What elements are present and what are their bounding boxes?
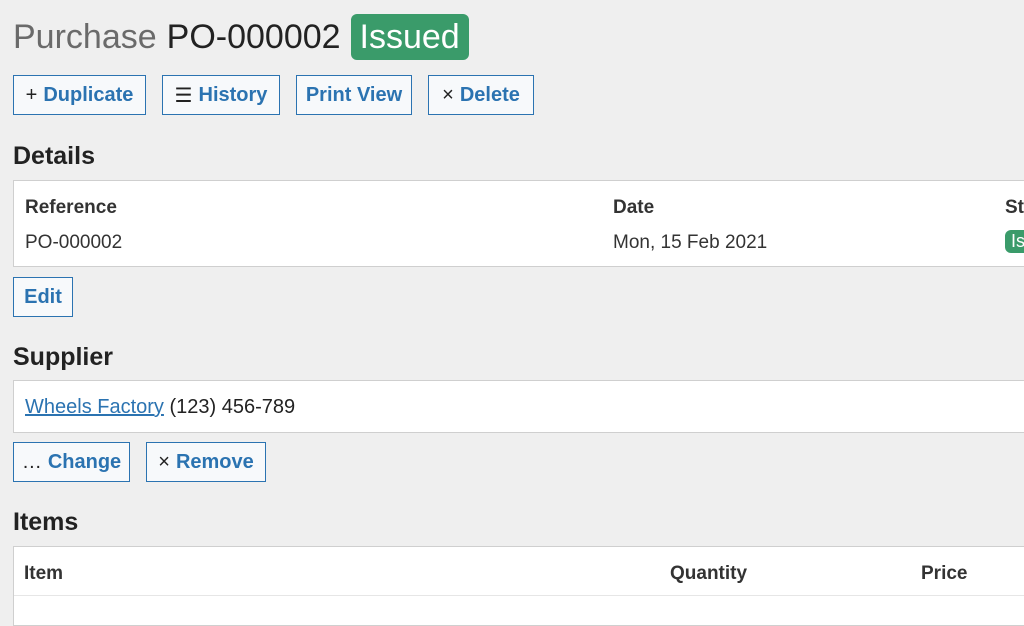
history-button[interactable]: ☰ History	[162, 75, 280, 115]
supplier-heading: Supplier	[13, 343, 114, 371]
date-column: Date Mon, 15 Feb 2021	[613, 197, 767, 254]
edit-button[interactable]: Edit	[13, 277, 73, 317]
status-label: Status	[1005, 197, 1024, 218]
reference-column: Reference PO-000002	[25, 197, 122, 254]
details-status-badge: Issued	[1005, 230, 1024, 253]
close-icon: ×	[442, 83, 454, 106]
print-view-button[interactable]: Print View	[296, 75, 412, 115]
change-supplier-button[interactable]: … Change	[13, 442, 130, 482]
reference-value: PO-000002	[25, 232, 123, 253]
close-icon: ×	[158, 450, 170, 473]
change-supplier-button-label: Change	[47, 450, 122, 473]
ellipsis-icon: …	[21, 450, 42, 473]
delete-button-label: Delete	[459, 83, 520, 106]
remove-supplier-button-label: Remove	[175, 450, 254, 473]
details-panel: Reference PO-000002 Date Mon, 15 Feb 202…	[13, 180, 1024, 267]
date-label: Date	[613, 197, 655, 218]
remove-supplier-button[interactable]: × Remove	[146, 442, 266, 482]
edit-button-label: Edit	[24, 285, 62, 308]
column-header-item[interactable]: Item	[24, 563, 63, 585]
page-title-reference: PO-000002	[166, 18, 341, 56]
status-badge: Issued	[350, 14, 469, 60]
reference-label: Reference	[25, 197, 117, 218]
details-heading: Details	[13, 142, 95, 170]
supplier-line: Wheels Factory (123) 456-789	[25, 396, 295, 419]
supplier-link[interactable]: Wheels Factory	[25, 396, 164, 418]
column-header-quantity[interactable]: Quantity	[670, 563, 747, 585]
page-title: Purchase PO-000002 Issued	[13, 14, 469, 60]
items-heading: Items	[13, 508, 79, 536]
items-table: Item Quantity Price	[13, 546, 1024, 626]
print-view-button-label: Print View	[305, 83, 403, 106]
supplier-phone: (123) 456-789	[169, 396, 296, 418]
supplier-panel: Wheels Factory (123) 456-789	[13, 380, 1024, 433]
date-value: Mon, 15 Feb 2021	[613, 232, 768, 253]
column-header-price[interactable]: Price	[921, 563, 967, 585]
history-button-label: History	[198, 83, 268, 106]
list-icon: ☰	[174, 84, 193, 107]
duplicate-button[interactable]: + Duplicate	[13, 75, 146, 115]
duplicate-button-label: Duplicate	[43, 83, 134, 106]
status-column: Status Issued	[1005, 197, 1024, 253]
table-header-divider	[14, 595, 1024, 596]
page-title-prefix: Purchase	[13, 18, 157, 56]
delete-button[interactable]: × Delete	[428, 75, 534, 115]
plus-icon: +	[25, 83, 38, 106]
